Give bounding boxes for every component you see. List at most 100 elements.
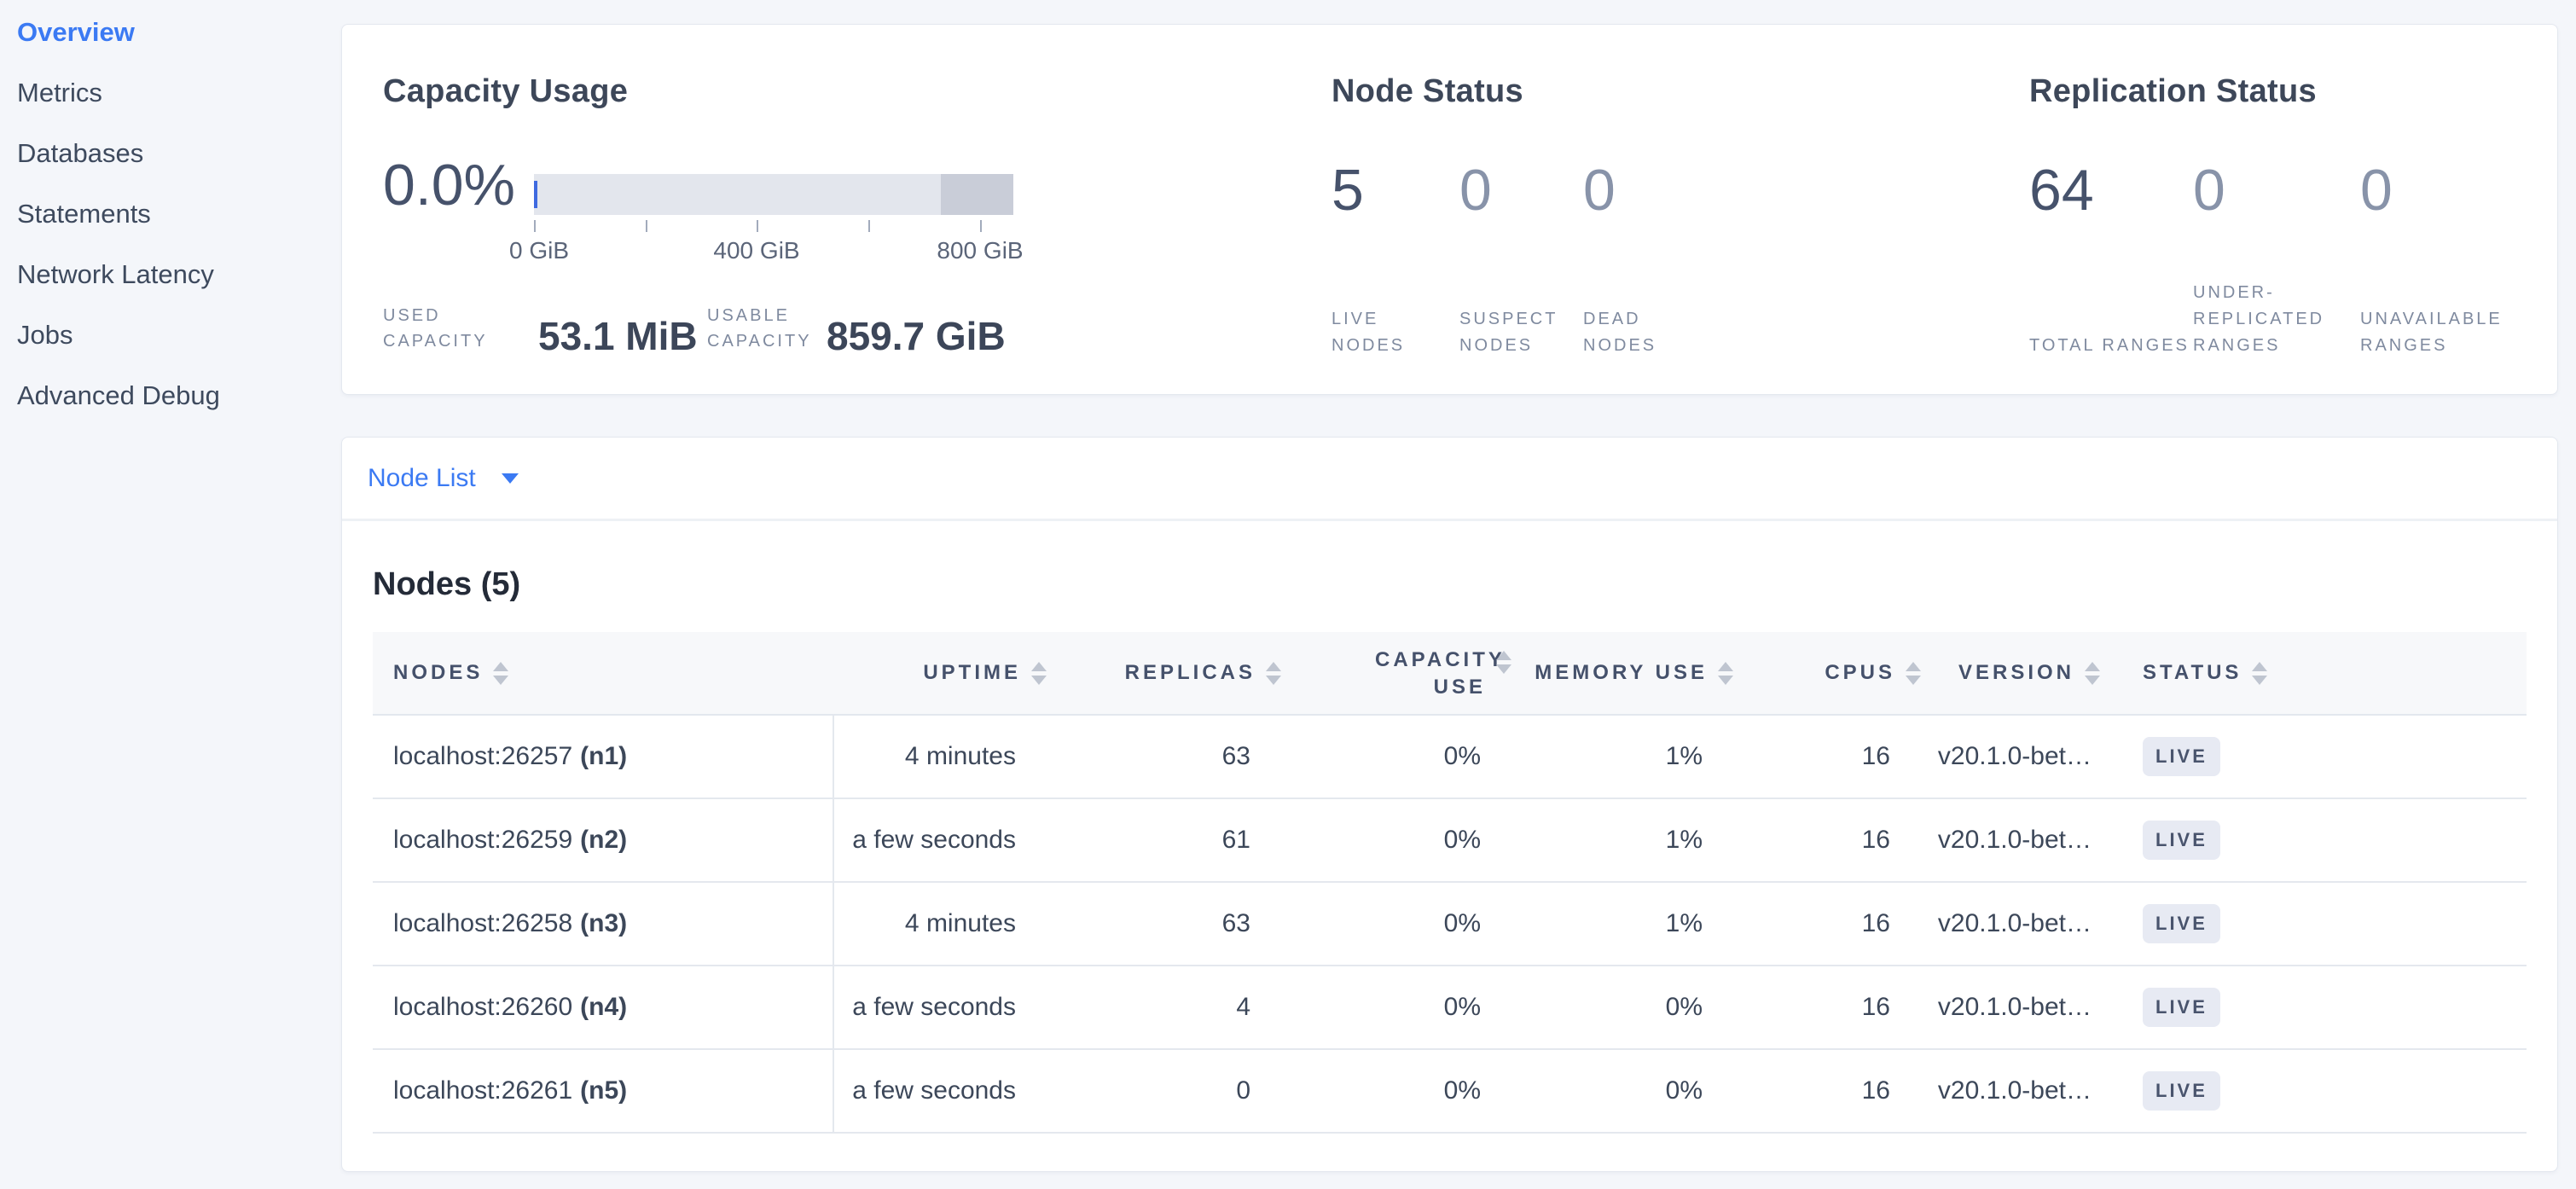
nodes-table: NODES UPTIME REPLICAS CAPACITY USE	[373, 632, 2527, 1134]
dead-nodes-stat: 0 DEAD NODES	[1583, 158, 1720, 359]
replicas-cell: 0	[1050, 1050, 1285, 1132]
under-replicated-ranges-label: UNDER-REPLICATED RANGES	[2193, 223, 2360, 359]
version-cell: v20.1.0-bet…	[1924, 799, 2103, 881]
node-status-section: Node Status 5 LIVE NODES 0 SUSPECT NODES…	[1332, 72, 1929, 359]
version-cell: v20.1.0-bet…	[1924, 883, 2103, 965]
status-badge: LIVE	[2143, 737, 2220, 776]
sort-icon	[1718, 662, 1733, 685]
capacity-use-cell: 0%	[1285, 883, 1515, 965]
node-list-dropdown-label: Node List	[368, 464, 476, 493]
table-row[interactable]: localhost:26260(n4) a few seconds 4 0% 0…	[373, 966, 2527, 1050]
node-list-dropdown[interactable]: Node List	[342, 438, 2557, 521]
column-header-status[interactable]: STATUS	[2103, 632, 2527, 714]
used-capacity-label: USED CAPACITY	[383, 303, 528, 354]
status-cell: LIVE	[2103, 966, 2527, 1048]
sidebar-item-jobs[interactable]: Jobs	[0, 304, 341, 365]
usable-capacity-value: 859.7 GiB	[827, 315, 1006, 357]
sort-icon	[493, 662, 508, 685]
capacity-gauge-track	[534, 174, 1013, 215]
capacity-use-cell: 0%	[1285, 716, 1515, 798]
live-nodes-stat: 5 LIVE NODES	[1332, 158, 1459, 359]
column-header-cpus[interactable]: CPUS	[1737, 632, 1924, 714]
unavailable-ranges-stat: 0 UNAVAILABLE RANGES	[2360, 158, 2573, 359]
node-status-stats: 5 LIVE NODES 0 SUSPECT NODES 0 DEAD NODE…	[1332, 158, 1929, 359]
replicas-cell: 4	[1050, 966, 1285, 1048]
node-address-cell[interactable]: localhost:26257(n1)	[373, 716, 834, 798]
nodes-table-section: Nodes (5) NODES UPTIME REPLICAS	[342, 566, 2557, 1171]
used-capacity-value: 53.1 MiB	[538, 315, 698, 357]
status-cell: LIVE	[2103, 883, 2527, 965]
node-status-title: Node Status	[1332, 72, 1929, 110]
sidebar-item-metrics[interactable]: Metrics	[0, 62, 341, 123]
capacity-gauge-other-segment	[941, 174, 1013, 215]
capacity-use-cell: 0%	[1285, 799, 1515, 881]
axis-tick-label: 0 GiB	[509, 237, 569, 264]
sort-icon	[2252, 662, 2267, 685]
sidebar-item-label: Advanced Debug	[17, 380, 220, 411]
node-id: (n2)	[580, 826, 627, 855]
sidebar-item-label: Jobs	[17, 320, 73, 351]
status-cell: LIVE	[2103, 716, 2527, 798]
node-id: (n5)	[580, 1076, 627, 1105]
sort-icon	[2085, 662, 2100, 685]
sidebar-item-overview[interactable]: Overview	[0, 2, 341, 62]
cpus-cell: 16	[1737, 883, 1924, 965]
uptime-cell: a few seconds	[834, 799, 1050, 881]
total-ranges-stat: 64 TOTAL RANGES	[2029, 158, 2193, 359]
nodes-heading: Nodes (5)	[373, 566, 2527, 603]
uptime-cell: a few seconds	[834, 966, 1050, 1048]
replicas-cell: 61	[1050, 799, 1285, 881]
cpus-cell: 16	[1737, 966, 1924, 1048]
column-header-uptime[interactable]: UPTIME	[834, 632, 1050, 714]
total-ranges-value: 64	[2029, 158, 2193, 223]
memory-use-cell: 1%	[1515, 716, 1737, 798]
column-header-version[interactable]: VERSION	[1924, 632, 2103, 714]
sidebar: Overview Metrics Databases Statements Ne…	[0, 0, 341, 1189]
column-header-replicas[interactable]: REPLICAS	[1050, 632, 1285, 714]
cluster-summary-card: Capacity Usage 0.0% 0 GiB 400 GiB 800 Gi…	[341, 24, 2558, 395]
table-row[interactable]: localhost:26259(n2) a few seconds 61 0% …	[373, 799, 2527, 883]
capacity-used-percent: 0.0%	[383, 153, 515, 218]
node-id: (n4)	[580, 993, 627, 1022]
table-row[interactable]: localhost:26261(n5) a few seconds 0 0% 0…	[373, 1050, 2527, 1134]
axis-tick-label: 800 GiB	[937, 237, 1023, 264]
sidebar-item-advanced-debug[interactable]: Advanced Debug	[0, 365, 341, 426]
status-badge: LIVE	[2143, 988, 2220, 1027]
replicas-cell: 63	[1050, 716, 1285, 798]
node-address-cell[interactable]: localhost:26258(n3)	[373, 883, 834, 965]
replication-status-title: Replication Status	[2029, 72, 2575, 110]
node-id: (n3)	[580, 909, 627, 938]
memory-use-cell: 1%	[1515, 799, 1737, 881]
column-header-capacity-use[interactable]: CAPACITY USE	[1285, 632, 1515, 714]
replicas-cell: 63	[1050, 883, 1285, 965]
sidebar-item-databases[interactable]: Databases	[0, 123, 341, 183]
node-address-cell[interactable]: localhost:26259(n2)	[373, 799, 834, 881]
capacity-gauge: 0 GiB 400 GiB 800 GiB	[534, 174, 1013, 215]
uptime-cell: 4 minutes	[834, 883, 1050, 965]
under-replicated-ranges-stat: 0 UNDER-REPLICATED RANGES	[2193, 158, 2360, 359]
node-address-cell[interactable]: localhost:26260(n4)	[373, 966, 834, 1048]
under-replicated-ranges-value: 0	[2193, 158, 2360, 223]
axis-tick	[868, 220, 870, 232]
capacity-gauge-used-marker	[534, 181, 537, 208]
table-row[interactable]: localhost:26258(n3) 4 minutes 63 0% 1% 1…	[373, 883, 2527, 966]
memory-use-cell: 0%	[1515, 1050, 1737, 1132]
axis-tick	[534, 220, 536, 232]
version-cell: v20.1.0-bet…	[1924, 716, 2103, 798]
sidebar-item-label: Metrics	[17, 78, 102, 108]
unavailable-ranges-label: UNAVAILABLE RANGES	[2360, 223, 2573, 359]
sidebar-item-label: Databases	[17, 138, 143, 169]
main-content: Capacity Usage 0.0% 0 GiB 400 GiB 800 Gi…	[341, 0, 2558, 1172]
dead-nodes-label: DEAD NODES	[1583, 223, 1720, 359]
sidebar-item-label: Network Latency	[17, 259, 214, 290]
sidebar-item-network-latency[interactable]: Network Latency	[0, 244, 341, 304]
capacity-use-cell: 0%	[1285, 1050, 1515, 1132]
sidebar-item-statements[interactable]: Statements	[0, 183, 341, 244]
axis-tick	[757, 220, 758, 232]
column-header-memory-use[interactable]: MEMORY USE	[1515, 632, 1737, 714]
table-row[interactable]: localhost:26257(n1) 4 minutes 63 0% 1% 1…	[373, 716, 2527, 799]
column-header-nodes[interactable]: NODES	[373, 632, 834, 714]
axis-tick	[980, 220, 982, 232]
capacity-usage-title: Capacity Usage	[383, 72, 1330, 110]
node-address-cell[interactable]: localhost:26261(n5)	[373, 1050, 834, 1132]
